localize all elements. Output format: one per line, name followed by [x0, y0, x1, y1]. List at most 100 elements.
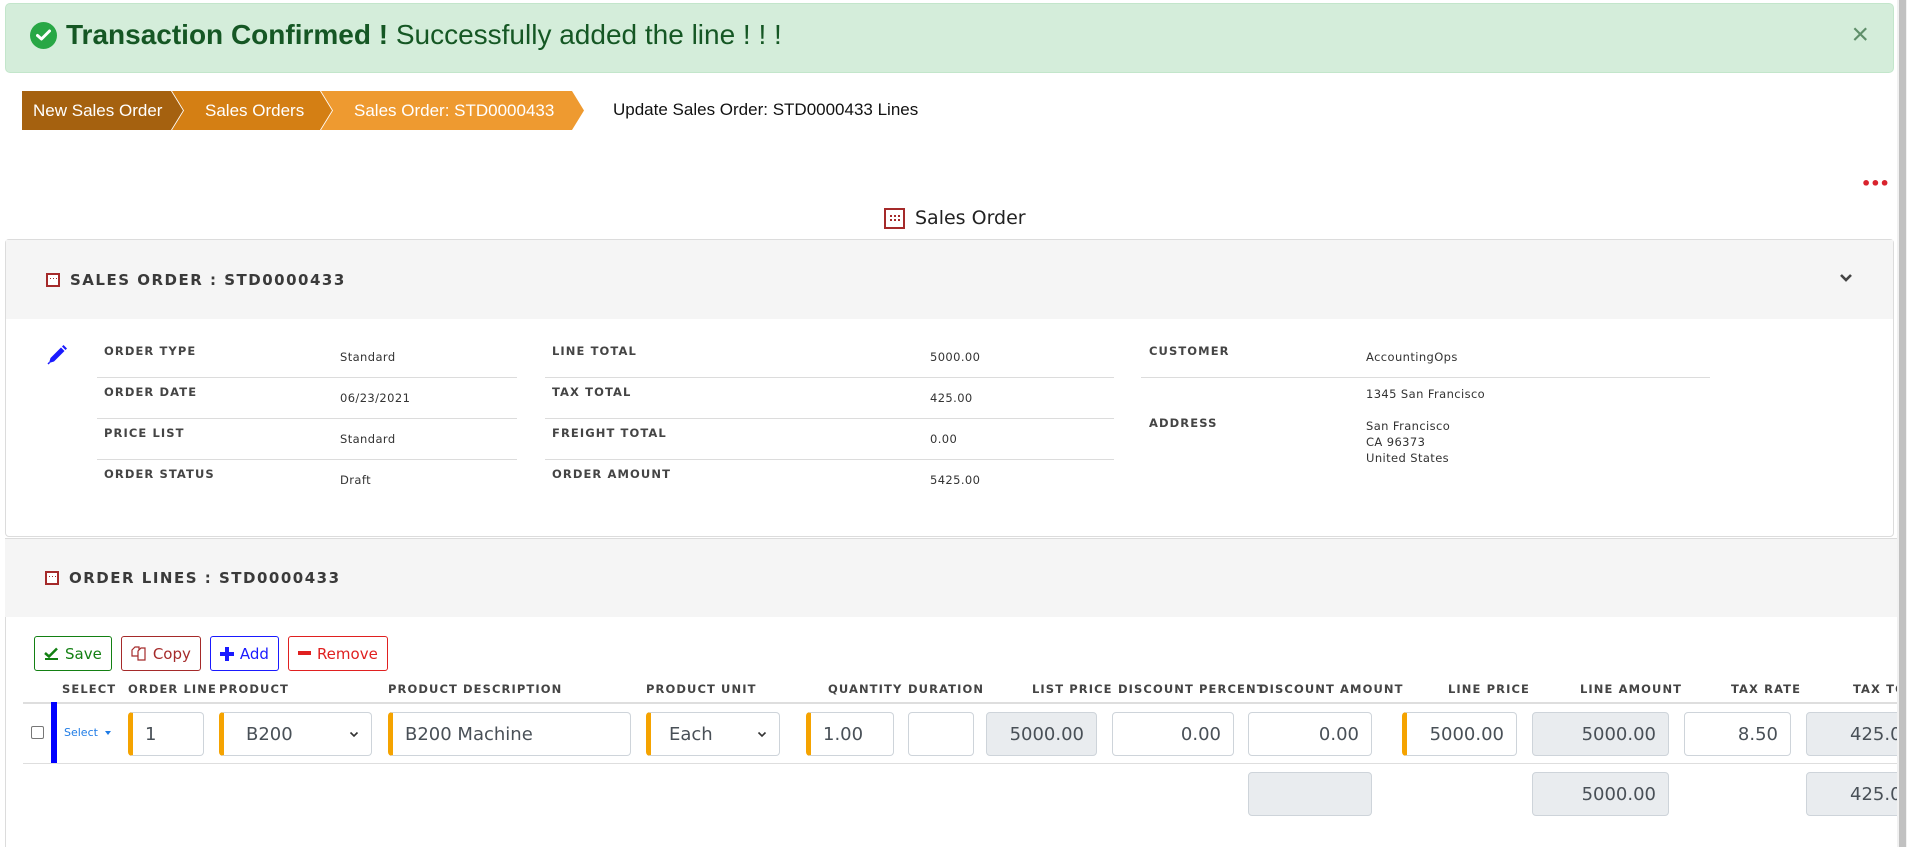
row-divider: [23, 763, 1897, 764]
quantity-input[interactable]: 1.00: [806, 712, 894, 756]
save-check-icon: [44, 647, 59, 660]
col-header-list-price: LIST PRICE: [1032, 682, 1113, 696]
save-label: Save: [65, 644, 102, 663]
sales-order-header[interactable]: SALES ORDER : STD0000433: [6, 240, 1893, 319]
order-lines-header: ORDER LINES : STD0000433: [5, 538, 1897, 617]
scrollbar-thumb[interactable]: [1899, 0, 1906, 847]
chevron-down-icon: [349, 731, 359, 738]
col-header-product: PRODUCT: [219, 682, 289, 696]
detail-row-price-list: PRICE LIST Standard: [97, 419, 517, 460]
detail-value: Standard: [340, 350, 396, 364]
more-dots-icon[interactable]: •••: [1861, 176, 1890, 192]
detail-value: 0.00: [930, 432, 958, 446]
col-header-duration: DURATION: [908, 682, 985, 696]
duration-input[interactable]: [908, 712, 974, 756]
alert-title: Transaction Confirmed !: [66, 19, 389, 50]
page-heading: Sales Order: [884, 207, 1026, 229]
add-label: Add: [239, 644, 269, 663]
detail-row-line-total: LINE TOTAL 5000.00: [545, 337, 1114, 378]
detail-label: LINE TOTAL: [552, 344, 637, 358]
copy-label: Copy: [152, 644, 191, 663]
detail-value: 5000.00: [930, 350, 981, 364]
col-header-order-line: ORDER LINE: [128, 682, 217, 696]
calendar-icon: [46, 272, 60, 287]
detail-label: ORDER STATUS: [104, 467, 215, 481]
detail-label: ORDER DATE: [104, 385, 198, 399]
copy-button[interactable]: Copy: [120, 636, 201, 671]
chevron-down-icon[interactable]: [1839, 271, 1853, 285]
address-city: San Francisco: [1366, 419, 1451, 433]
detail-label: ORDER AMOUNT: [552, 467, 672, 481]
discount-amount-input[interactable]: 0.00: [1248, 712, 1372, 756]
pencil-icon[interactable]: [46, 344, 68, 366]
col-header-discount-amount: DISCOUNT AMOUNT: [1259, 682, 1404, 696]
product-description-input[interactable]: B200 Machine: [388, 712, 631, 756]
add-button[interactable]: Add: [209, 636, 279, 671]
order-details-col3: CUSTOMER AccountingOps ADDRESS 1345 San F…: [1141, 337, 1710, 466]
calendar-icon: [884, 207, 905, 229]
breadcrumb: New Sales Order Sales Orders Sales Order…: [22, 91, 573, 130]
detail-value: 5425.00: [930, 473, 981, 487]
line-price-input[interactable]: 5000.00: [1402, 712, 1517, 756]
address-country: United States: [1366, 451, 1450, 465]
calendar-icon: [45, 571, 59, 585]
row-checkbox[interactable]: [31, 726, 44, 739]
col-header-select: SELECT: [62, 682, 117, 696]
alert-close-button[interactable]: ×: [1851, 20, 1869, 50]
detail-row-order-type: ORDER TYPE Standard: [97, 337, 517, 378]
detail-value: 06/23/2021: [340, 391, 411, 405]
detail-label: TAX TOTAL: [552, 385, 632, 399]
detail-value: AccountingOps: [1366, 350, 1458, 364]
col-header-quantity: QUANTITY: [828, 682, 903, 696]
col-header-product-description: PRODUCT DESCRIPTION: [388, 682, 563, 696]
discount-percent-input[interactable]: 0.00: [1112, 712, 1234, 756]
alert-text: Successfully added the line ! ! !: [395, 19, 782, 50]
product-select[interactable]: B200: [219, 712, 372, 756]
detail-row-freight-total: FREIGHT TOTAL 0.00: [545, 419, 1114, 460]
discount-amount-total: [1248, 772, 1372, 816]
address-value: 1345 San Francisco San Francisco CA 9637…: [1366, 378, 1485, 466]
col-header-product-unit: PRODUCT UNIT: [646, 682, 757, 696]
col-header-tax-rate: TAX RATE: [1731, 682, 1802, 696]
product-unit-select[interactable]: Each: [646, 712, 780, 756]
detail-row-tax-total: TAX TOTAL 425.00: [545, 378, 1114, 419]
detail-value: Standard: [340, 432, 396, 446]
chevron-down-icon: [757, 731, 767, 738]
detail-label: CUSTOMER: [1149, 344, 1230, 358]
check-circle-icon: [30, 21, 57, 49]
list-price-field: 5000.00: [986, 712, 1097, 756]
vertical-scrollbar[interactable]: [1897, 0, 1907, 847]
plus-icon: [219, 646, 234, 661]
select-label: Select: [64, 726, 98, 739]
detail-value: 425.00: [930, 391, 973, 405]
page: Transaction Confirmed ! Successfully add…: [0, 0, 1897, 847]
sales-order-title: SALES ORDER : STD0000433: [70, 270, 346, 289]
tax-total-field: 425.00: [1806, 712, 1897, 756]
remove-button[interactable]: Remove: [287, 636, 388, 671]
col-header-tax-total: TAX TOTAL: [1853, 682, 1897, 696]
row-select-dropdown[interactable]: Select: [64, 726, 111, 739]
tax-rate-input[interactable]: 8.50: [1684, 712, 1791, 756]
col-header-line-price: LINE PRICE: [1448, 682, 1530, 696]
breadcrumb-sales-orders[interactable]: Sales Orders: [172, 91, 332, 130]
detail-row-order-date: ORDER DATE 06/23/2021: [97, 378, 517, 419]
header-divider: [23, 702, 1897, 704]
breadcrumb-new-sales-order[interactable]: New Sales Order: [22, 91, 183, 130]
detail-label: PRICE LIST: [104, 426, 185, 440]
minus-icon: [297, 651, 311, 656]
breadcrumb-sales-order[interactable]: Sales Order: STD0000433: [321, 91, 584, 130]
breadcrumb-current: Update Sales Order: STD0000433 Lines: [613, 100, 919, 119]
order-lines-title: ORDER LINES : STD0000433: [69, 569, 341, 587]
line-amount-total: 5000.00: [1532, 772, 1669, 816]
row-indicator: [51, 702, 57, 764]
detail-label: ORDER TYPE: [104, 344, 197, 358]
col-header-line-amount: LINE AMOUNT: [1580, 682, 1683, 696]
product-value: B200: [246, 723, 293, 745]
remove-label: Remove: [316, 644, 378, 663]
detail-row-address: ADDRESS 1345 San Francisco San Francisco…: [1141, 378, 1710, 466]
detail-row-order-status: ORDER STATUS Draft: [97, 460, 517, 501]
copy-icon: [131, 646, 147, 661]
order-line-input[interactable]: 1: [128, 712, 204, 756]
detail-row-customer: CUSTOMER AccountingOps: [1141, 337, 1710, 378]
save-button[interactable]: Save: [34, 636, 112, 671]
